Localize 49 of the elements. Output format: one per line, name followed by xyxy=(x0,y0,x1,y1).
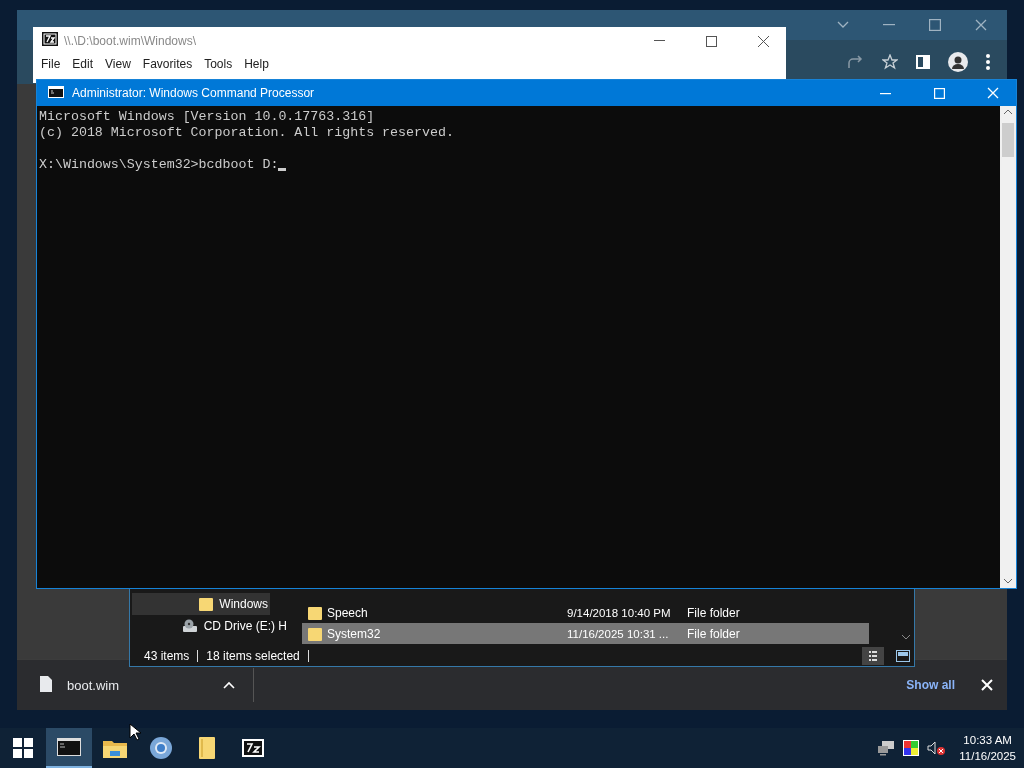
more-icon[interactable] xyxy=(986,54,990,70)
folder-icon xyxy=(103,738,127,758)
console-icon xyxy=(57,738,81,756)
clock-date[interactable]: 11/16/2025 xyxy=(959,748,1016,764)
item-count: 43 items xyxy=(144,649,190,663)
console-output-line: (c) 2018 Microsoft Corporation. All rights reserved. xyxy=(39,125,455,141)
maximize-icon[interactable] xyxy=(929,19,941,31)
menu-item[interactable]: File xyxy=(35,55,67,73)
menu-item[interactable]: Favorites xyxy=(136,55,199,73)
nav-item[interactable]: Windows xyxy=(132,593,270,615)
scroll-down-icon[interactable] xyxy=(1004,579,1012,584)
scroll-up-icon[interactable] xyxy=(1004,110,1012,115)
network-icon[interactable] xyxy=(877,740,896,756)
scroll-down-icon[interactable] xyxy=(902,635,910,640)
scrollbar[interactable] xyxy=(1000,106,1016,588)
scroll-thumb[interactable] xyxy=(1002,123,1014,157)
file-row[interactable]: System32 11/16/2025 10:31 ... File folder xyxy=(302,623,869,644)
notebook-icon xyxy=(199,737,215,759)
clock-time[interactable]: 10:33 AM xyxy=(963,732,1012,748)
globe-icon xyxy=(149,736,173,760)
share-icon[interactable] xyxy=(848,55,864,69)
download-file-name[interactable]: boot.wim xyxy=(67,677,120,693)
sidebar-icon[interactable] xyxy=(916,55,930,69)
file-icon xyxy=(40,675,52,695)
nav-item[interactable]: CD Drive (E:) H xyxy=(132,615,287,637)
menu-item[interactable]: Tools xyxy=(198,55,239,73)
show-all-link[interactable]: Show all xyxy=(906,678,955,692)
folder-icon xyxy=(308,626,322,641)
window-title: Administrator: Windows Command Processor xyxy=(72,86,315,100)
archiver-logo-icon xyxy=(242,739,264,757)
window-title: \\.\D:\boot.wim\Windows\ xyxy=(64,34,197,48)
profile-icon[interactable] xyxy=(948,52,968,72)
volume-muted-icon[interactable] xyxy=(927,740,946,756)
color-icon[interactable] xyxy=(903,740,920,756)
console-app-button[interactable] xyxy=(46,728,92,768)
selection-count: 18 items selected xyxy=(206,649,300,663)
folder-icon xyxy=(199,597,214,611)
console-icon xyxy=(48,85,64,101)
menu-item[interactable]: View xyxy=(99,55,137,73)
drive-icon xyxy=(181,619,198,633)
file-row[interactable]: Speech 9/14/2018 10:40 PM File folder xyxy=(302,602,869,623)
command-prompt: X:\Windows\System32>bcdboot D: xyxy=(39,157,279,173)
mouse-pointer-icon xyxy=(129,723,141,741)
menu-item[interactable]: Edit xyxy=(66,55,100,73)
details-view-icon[interactable] xyxy=(862,647,884,665)
menu-item[interactable]: Help xyxy=(238,55,275,73)
folder-icon xyxy=(308,605,322,620)
console-output-line: Microsoft Windows [Version 10.0.17763.316] xyxy=(39,109,376,125)
star-icon[interactable] xyxy=(882,54,898,70)
